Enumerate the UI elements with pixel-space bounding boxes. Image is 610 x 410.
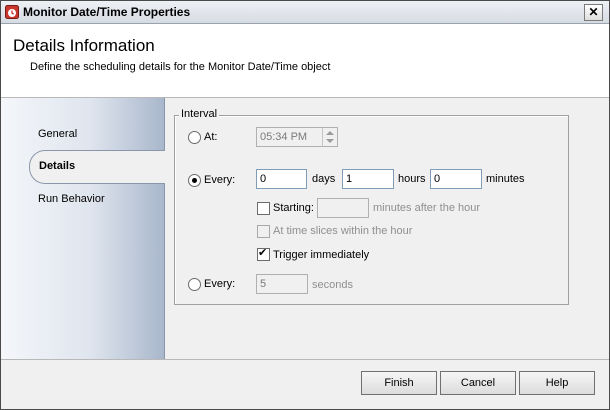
minutes-label: minutes: [486, 173, 525, 185]
every-seconds-radio[interactable]: [188, 278, 201, 291]
time-slices-label: At time slices within the hour: [273, 225, 413, 237]
page-title: Details Information: [13, 36, 155, 55]
spin-up-icon: [326, 131, 334, 135]
starting-suffix: minutes after the hour: [373, 202, 481, 214]
close-button[interactable]: ✕: [584, 4, 603, 21]
hours-input[interactable]: [342, 169, 394, 189]
days-label: days: [312, 173, 336, 185]
spin-down-icon: [326, 139, 334, 143]
window-title: Monitor Date/Time Properties: [23, 5, 191, 19]
starting-checkbox[interactable]: [257, 202, 270, 215]
seconds-unit: seconds: [312, 279, 353, 291]
sidebar: [1, 98, 165, 359]
sidebar-item-general[interactable]: General: [38, 128, 77, 140]
dialog-window: Monitor Date/Time Properties ✕ Details I…: [0, 0, 610, 410]
help-button[interactable]: Help: [519, 371, 595, 395]
page-subtitle: Define the scheduling details for the Mo…: [30, 61, 331, 73]
at-label: At:: [204, 131, 218, 143]
seconds-input[interactable]: [256, 274, 308, 294]
days-input[interactable]: [256, 169, 307, 189]
every-seconds-label: Every:: [204, 278, 236, 290]
trigger-immediately-label: Trigger immediately: [273, 249, 370, 261]
every-radio[interactable]: [188, 174, 201, 187]
footer-divider: [1, 359, 609, 360]
finish-button[interactable]: Finish: [361, 371, 437, 395]
title-bar[interactable]: Monitor Date/Time Properties ✕: [1, 1, 609, 24]
interval-legend: Interval: [179, 108, 220, 120]
sidebar-item-label: Details: [39, 160, 76, 172]
time-slices-checkbox[interactable]: [257, 225, 270, 238]
starting-label: Starting:: [273, 202, 314, 214]
interval-group: [174, 115, 569, 305]
trigger-immediately-checkbox[interactable]: [257, 246, 270, 261]
sidebar-item-details[interactable]: Details: [29, 150, 166, 184]
minutes-input[interactable]: [430, 169, 482, 189]
header-panel: Details Information Define the schedulin…: [1, 24, 609, 98]
sidebar-item-run-behavior[interactable]: Run Behavior: [38, 193, 105, 205]
at-radio[interactable]: [188, 131, 201, 144]
hours-label: hours: [398, 173, 426, 185]
starting-input[interactable]: [317, 198, 369, 218]
close-icon: ✕: [588, 5, 599, 19]
every-label: Every:: [204, 174, 236, 186]
app-icon: [5, 5, 19, 19]
cancel-button[interactable]: Cancel: [440, 371, 516, 395]
time-spinner[interactable]: [322, 128, 337, 146]
